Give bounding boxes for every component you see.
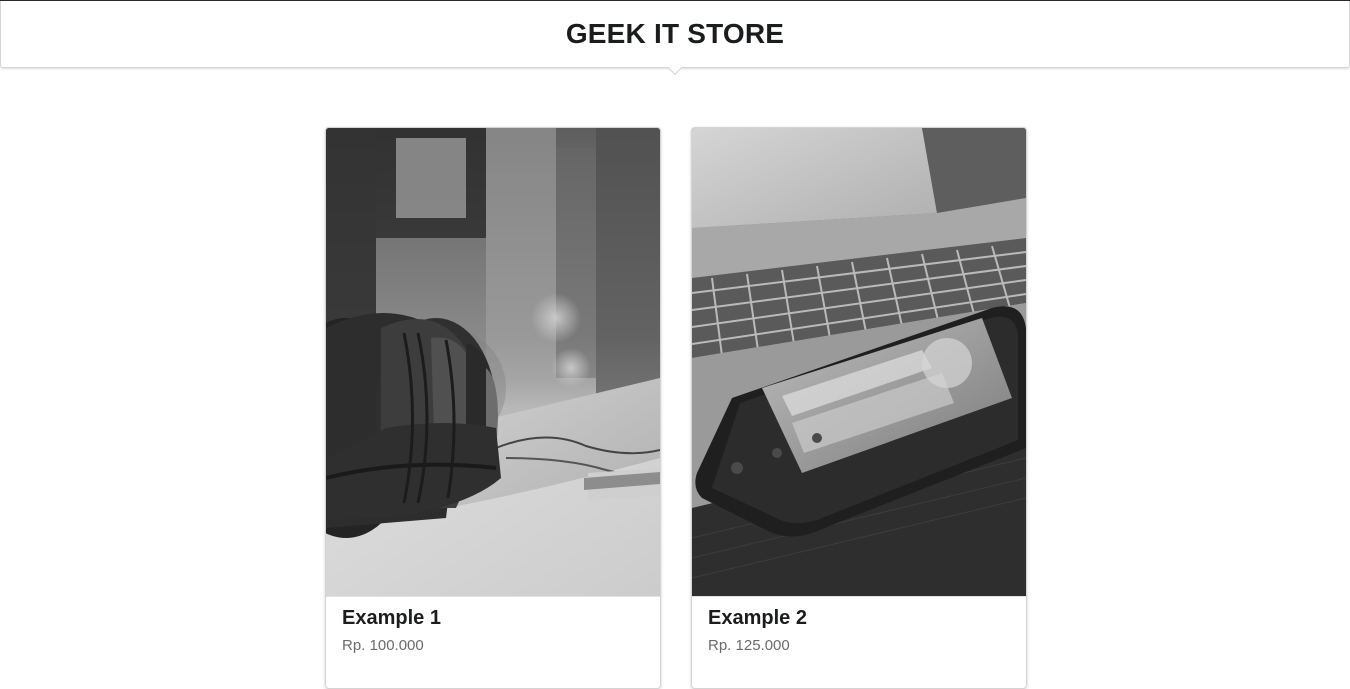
product-card[interactable]: Example 2 Rp. 125.000 <box>691 127 1027 689</box>
product-content: Example 2 Rp. 125.000 <box>692 596 1026 654</box>
store-header: GEEK IT STORE <box>0 1 1350 76</box>
product-image-headphones[interactable] <box>326 128 660 596</box>
store-title: GEEK IT STORE <box>565 18 785 49</box>
product-image-smartphone[interactable] <box>692 128 1026 596</box>
product-card[interactable]: Example 1 Rp. 100.000 <box>325 127 661 689</box>
product-content: Example 1 Rp. 100.000 <box>326 596 660 654</box>
product-price: Rp. 100.000 <box>342 637 424 654</box>
product-price: Rp. 125.000 <box>708 637 790 654</box>
product-name[interactable]: Example 2 <box>708 607 807 630</box>
product-name[interactable]: Example 1 <box>342 607 441 630</box>
headphones-photo-icon <box>326 128 660 596</box>
smartphone-laptop-photo-icon <box>692 128 1026 596</box>
